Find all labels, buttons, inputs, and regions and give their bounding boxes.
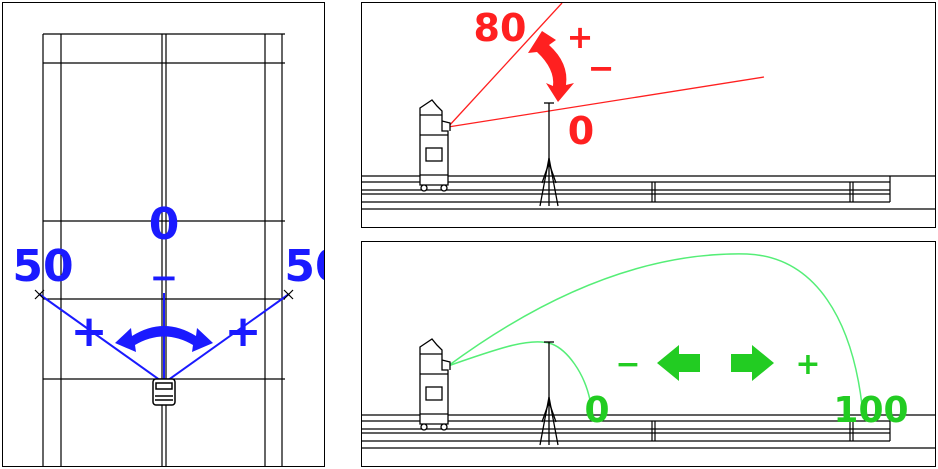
top-angle-label: 80 xyxy=(474,6,527,50)
tripod-icon xyxy=(539,102,559,207)
camera-cart-icon xyxy=(419,338,451,431)
far-distance-label: 100 xyxy=(833,390,908,431)
right-angle-label: 50 xyxy=(284,241,325,292)
vertical-angle-panel: 80 0 + − xyxy=(361,2,936,228)
camera-cart-icon xyxy=(152,378,176,406)
vertical-angle-diagram: 80 0 + − xyxy=(362,3,935,210)
plus-left-label: + xyxy=(71,306,108,357)
minus-label: − xyxy=(588,49,615,87)
distance-panel: 0 100 − + xyxy=(361,241,936,467)
minus-label: − xyxy=(615,347,640,382)
near-distance-label: 0 xyxy=(584,390,609,431)
distance-diagram: 0 100 − + xyxy=(362,253,935,449)
plus-label: + xyxy=(795,347,820,382)
distance-trajectories xyxy=(447,253,863,406)
minus-label: − xyxy=(150,258,179,298)
left-arrow-icon xyxy=(657,345,700,381)
bottom-angle-label: 0 xyxy=(568,109,594,153)
top-view-panel: 0 50 50 − + + xyxy=(2,2,325,467)
camera-cart-icon xyxy=(419,99,451,192)
left-angle-label: 50 xyxy=(12,241,73,292)
center-angle-label: 0 xyxy=(149,199,180,250)
top-view-diagram: 0 50 50 − + + xyxy=(12,33,325,466)
tripod-icon xyxy=(539,341,559,446)
plus-right-label: + xyxy=(225,306,262,357)
right-arrow-icon xyxy=(731,345,774,381)
